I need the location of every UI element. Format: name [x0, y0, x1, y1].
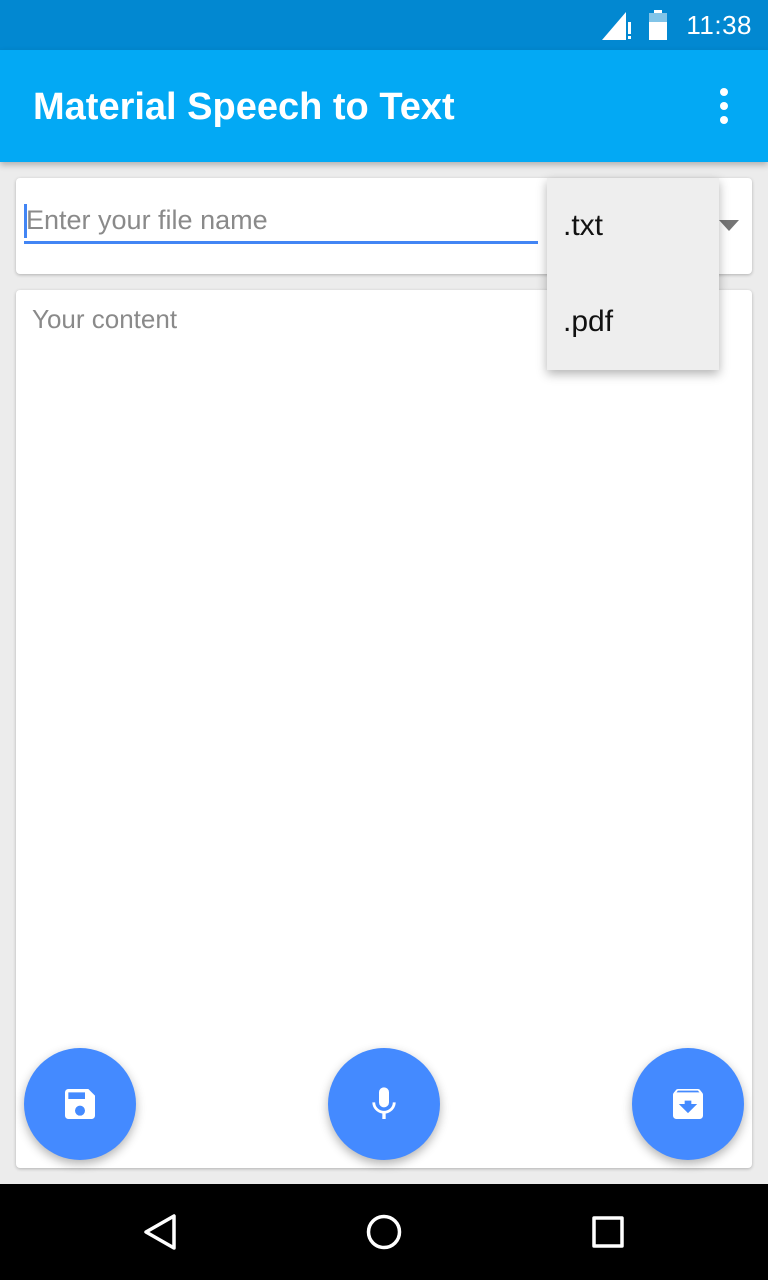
app-bar: Material Speech to Text — [0, 50, 768, 162]
text-cursor — [24, 204, 27, 238]
menu-dot — [720, 102, 728, 110]
home-icon[interactable] — [364, 1212, 404, 1252]
mic-button[interactable] — [328, 1048, 440, 1160]
menu-dot — [720, 116, 728, 124]
more-vert-icon[interactable] — [704, 86, 744, 126]
navigation-bar — [0, 1184, 768, 1280]
content-textarea[interactable] — [16, 290, 752, 1168]
recents-icon[interactable] — [588, 1212, 628, 1252]
app-title: Material Speech to Text — [33, 86, 455, 128]
dropdown-option-pdf[interactable]: .pdf — [547, 274, 719, 370]
save-icon — [65, 1089, 95, 1119]
menu-dot — [720, 88, 728, 96]
status-time: 11:38 — [686, 10, 752, 40]
archive-download-button[interactable] — [632, 1048, 744, 1160]
mic-icon — [372, 1087, 396, 1119]
signal-icon — [602, 12, 631, 40]
back-icon[interactable] — [140, 1212, 180, 1252]
extension-dropdown-menu: .txt .pdf — [547, 178, 719, 370]
save-button[interactable] — [24, 1048, 136, 1160]
battery-icon — [649, 10, 667, 40]
dropdown-option-txt[interactable]: .txt — [547, 178, 719, 274]
archive-download-icon — [673, 1089, 703, 1119]
dropdown-arrow-icon[interactable] — [719, 220, 739, 231]
content-card — [16, 290, 752, 1168]
filename-input[interactable] — [24, 200, 538, 244]
status-bar: 11:38 — [0, 0, 768, 50]
